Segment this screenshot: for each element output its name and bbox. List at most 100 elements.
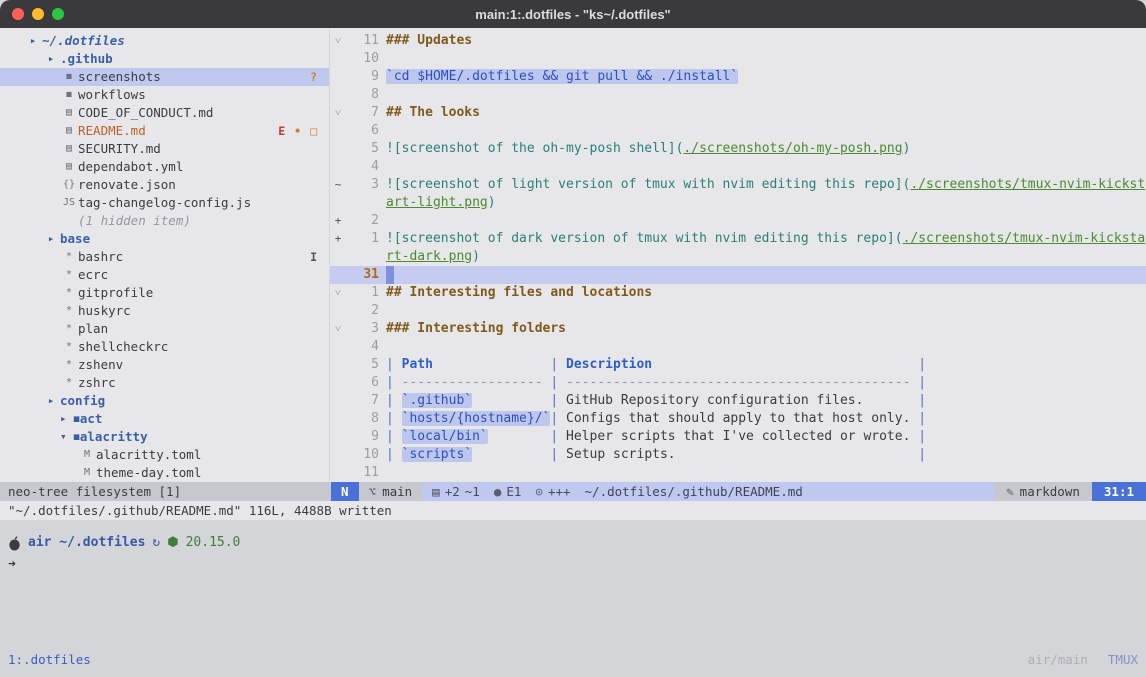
editor-line[interactable]: 2 xyxy=(330,302,1146,320)
editor-line[interactable]: 6 xyxy=(330,122,1146,140)
tree-item-alacritty-toml[interactable]: Malacritty.toml xyxy=(0,446,329,464)
line-text xyxy=(386,122,1146,140)
editor-line[interactable]: 5| Path | Description | xyxy=(330,356,1146,374)
sign-column xyxy=(330,266,346,284)
line-number: 4 xyxy=(346,158,386,176)
shell-region[interactable]: air ~/.dotfiles ↻ ⬢ 20.15.0 ➜ 1:.dotfile… xyxy=(0,520,1146,677)
line-text xyxy=(386,464,1146,482)
editor-line[interactable]: ˅3### Interesting folders xyxy=(330,320,1146,338)
text-segment: | xyxy=(386,393,402,408)
editor-line[interactable]: ˅7## The looks xyxy=(330,104,1146,122)
text-segment: ) xyxy=(903,141,911,156)
editor-line[interactable]: ~3![screenshot of light version of tmux … xyxy=(330,176,1146,212)
line-number: 7 xyxy=(346,104,386,122)
editor-line[interactable]: 5![screenshot of the oh-my-posh shell](.… xyxy=(330,140,1146,158)
tree-item-readme-md[interactable]: ▤README.mdE•□ xyxy=(0,122,329,140)
editor-line[interactable]: 11 xyxy=(330,464,1146,482)
editor-line[interactable]: 8| `hosts/{hostname}/`| Configs that sho… xyxy=(330,410,1146,428)
sign-column xyxy=(330,302,346,320)
tree-item-github[interactable]: ▸.github xyxy=(0,50,329,68)
fullscreen-button[interactable] xyxy=(52,8,64,20)
tree-item-gitprofile[interactable]: *gitprofile xyxy=(0,284,329,302)
add-sign-icon: + xyxy=(330,212,346,230)
tree-item-dotfiles[interactable]: ▸~/.dotfiles xyxy=(0,32,329,50)
tree-item-bashrc[interactable]: *bashrcI xyxy=(0,248,329,266)
hunks-indicator: ⊙ +++ xyxy=(535,482,570,501)
close-button[interactable] xyxy=(12,8,24,20)
line-number: 1 xyxy=(346,230,386,266)
editor-line[interactable]: 9`cd $HOME/.dotfiles && git pull && ./in… xyxy=(330,68,1146,86)
toml-icon: M xyxy=(78,446,96,464)
tree-item-screenshots[interactable]: ◼screenshots? xyxy=(0,68,329,86)
text-segment: `cd $HOME/.dotfiles && git pull && ./ins… xyxy=(386,69,738,84)
tree-item-security-md[interactable]: ▤SECURITY.md xyxy=(0,140,329,158)
line-number: 5 xyxy=(346,356,386,374)
tree-item-huskyrc[interactable]: *huskyrc xyxy=(0,302,329,320)
gutter: 11 xyxy=(330,464,386,482)
tree-item-label: .github xyxy=(60,50,113,68)
tree-item-theme-day-toml[interactable]: Mtheme-day.toml xyxy=(0,464,329,482)
editor-line[interactable]: 9| `local/bin` | Helper scripts that I'v… xyxy=(330,428,1146,446)
gutter: 9 xyxy=(330,68,386,86)
tree-item-zshenv[interactable]: *zshenv xyxy=(0,356,329,374)
tree-item-1-hidden-item[interactable]: (1 hidden item) xyxy=(0,212,329,230)
editor-line[interactable]: ˅11### Updates xyxy=(330,32,1146,50)
tree-item-act[interactable]: ▸ ◼act xyxy=(0,410,329,428)
gutter: ~3 xyxy=(330,176,386,212)
editor-line[interactable]: 10| `scripts` | Setup scripts. | xyxy=(330,446,1146,464)
line-number: 1 xyxy=(346,284,386,302)
node-icon: ⬢ xyxy=(167,534,178,552)
editor-line[interactable]: 4 xyxy=(330,158,1146,176)
diff-added: +2 xyxy=(445,482,460,501)
tree-item-code-of-conduct-md[interactable]: ▤CODE_OF_CONDUCT.md xyxy=(0,104,329,122)
tree-item-tag-changelog-config-js[interactable]: JStag-changelog-config.js xyxy=(0,194,329,212)
tree-item-ecrc[interactable]: *ecrc xyxy=(0,266,329,284)
editor-line[interactable]: 7| `.github` | GitHub Repository configu… xyxy=(330,392,1146,410)
text-segment: ) xyxy=(472,249,480,264)
editor-line[interactable]: 4 xyxy=(330,338,1146,356)
tree-item-base[interactable]: ▸base xyxy=(0,230,329,248)
text-segment: | xyxy=(910,393,926,408)
tree-item-plan[interactable]: *plan xyxy=(0,320,329,338)
sign-column xyxy=(330,68,346,86)
tree-item-label: config xyxy=(60,392,105,410)
text-segment: ./screenshots/oh-my-posh.png xyxy=(683,141,902,156)
folder-open-icon: ▾ ◼ xyxy=(60,428,80,446)
editor-line[interactable]: +1![screenshot of dark version of tmux w… xyxy=(330,230,1146,266)
json-icon: {} xyxy=(60,176,78,194)
tree-item-shellcheckrc[interactable]: *shellcheckrc xyxy=(0,338,329,356)
line-text: | ------------------ | -----------------… xyxy=(386,374,1146,392)
editor-line[interactable]: 10 xyxy=(330,50,1146,68)
tree-item-label: ecrc xyxy=(78,266,108,284)
tree-item-label: alacritty xyxy=(80,428,148,446)
tmux-window-tab[interactable]: 1:.dotfiles xyxy=(8,652,91,667)
tree-item-zshrc[interactable]: *zshrc xyxy=(0,374,329,392)
editor-buffer[interactable]: ˅11### Updates109`cd $HOME/.dotfiles && … xyxy=(330,28,1146,482)
prompt-path: air ~/.dotfiles xyxy=(28,534,145,552)
line-text xyxy=(386,338,1146,356)
folder-icon: ▸ ◼ xyxy=(60,410,80,428)
line-text xyxy=(386,212,1146,230)
tree-item-dependabot-yml[interactable]: ▤dependabot.yml xyxy=(0,158,329,176)
text-segment: Description xyxy=(566,357,652,372)
text-segment: Configs that should apply to that host o… xyxy=(566,411,910,426)
editor-line[interactable]: 6| ------------------ | ----------------… xyxy=(330,374,1146,392)
tree-item-label: workflows xyxy=(78,86,146,104)
tree-item-workflows[interactable]: ◼workflows xyxy=(0,86,329,104)
editor-line[interactable]: ˅1## Interesting files and locations xyxy=(330,284,1146,302)
editor-line[interactable]: +2 xyxy=(330,212,1146,230)
tmux-statusbar: 1:.dotfiles air/main TMUX xyxy=(8,652,1138,667)
gutter: ˅3 xyxy=(330,320,386,338)
tree-item-label: gitprofile xyxy=(78,284,153,302)
diff-changed: ~1 xyxy=(465,482,480,501)
sign-column xyxy=(330,158,346,176)
tree-item-label: zshenv xyxy=(78,356,123,374)
tree-item-alacritty[interactable]: ▾ ◼alacritty xyxy=(0,428,329,446)
line-number: 2 xyxy=(346,212,386,230)
editor-line[interactable]: 8 xyxy=(330,86,1146,104)
tree-item-renovate-json[interactable]: {}renovate.json xyxy=(0,176,329,194)
tree-item-config[interactable]: ▸config xyxy=(0,392,329,410)
shell-input-arrow[interactable]: ➜ xyxy=(8,557,1138,572)
minimize-button[interactable] xyxy=(32,8,44,20)
editor-line[interactable]: 31 xyxy=(330,266,1146,284)
